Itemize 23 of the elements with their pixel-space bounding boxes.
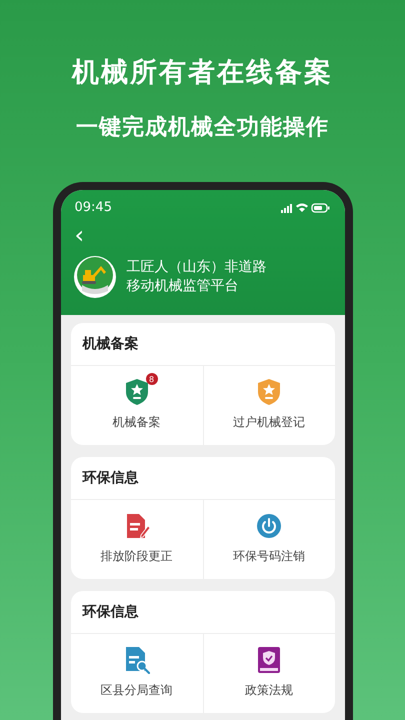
book-shield-icon [256,646,282,674]
menu-item[interactable]: 政策法规 [202,634,334,713]
headline: 机械所有者在线备案 [72,56,333,90]
section-title: 环保信息 [70,457,334,500]
app-title: 移动机械监管平台 [126,277,240,296]
shield-star-icon [257,378,281,406]
section-title: 机械备案 [70,323,334,366]
menu-item[interactable]: 区县分局查询 [70,634,202,713]
menu-item[interactable]: 过户机械登记 [202,366,334,445]
menu-item[interactable]: 排放阶段更正 [70,500,202,579]
shield-star-icon [124,378,148,406]
power-icon [256,513,282,539]
back-button[interactable]: ‹ [72,223,86,247]
excavator-logo-icon [72,255,116,299]
menu-item[interactable]: 环保号码注销 [202,500,334,579]
section-title: 环保信息 [70,591,334,634]
status-icons [280,202,330,214]
document-search-icon [124,646,150,674]
count-badge: 8 [146,373,158,385]
menu-item[interactable]: 8 机械备案 [70,366,202,445]
status-time: 09:45 [74,200,112,215]
subheadline: 一键完成机械全功能操作 [76,114,329,142]
app-title: 工匠人（山东）非道路 [126,258,266,277]
